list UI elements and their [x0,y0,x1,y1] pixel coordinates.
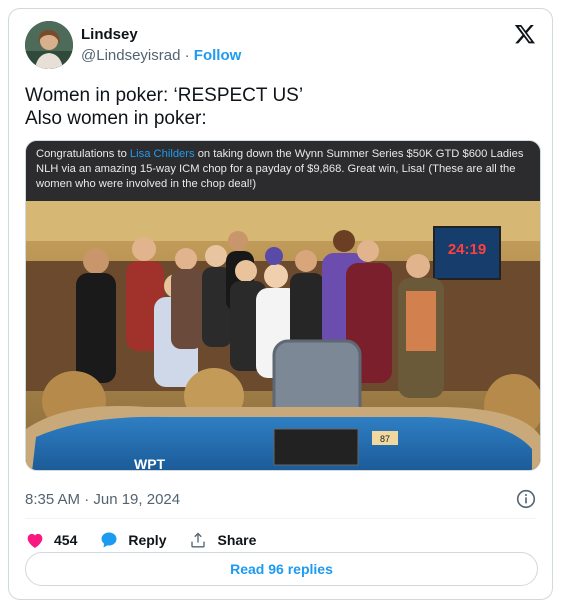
media-caption: Congratulations to Lisa Childers on taki… [26,141,540,201]
tweet-timestamp[interactable]: 8:35 AM · Jun 19, 2024 [25,491,180,508]
group-photo: 24:19 87 WPT [26,201,540,471]
divider [25,518,536,519]
like-button[interactable]: 454 [25,530,77,550]
follow-button[interactable]: Follow [194,47,242,64]
table-logo: WPT [134,456,166,471]
caption-link[interactable]: Lisa Childers [130,148,195,160]
like-count: 454 [54,532,78,548]
clock-text: 24:19 [448,241,486,258]
separator-dot: · [184,47,190,64]
avatar[interactable] [25,21,73,69]
share-label: Share [217,532,257,548]
x-logo-icon[interactable] [514,23,536,45]
info-icon[interactable] [516,489,536,509]
tweet-card: Lindsey @Lindseyisrad · Follow Women in … [8,8,553,600]
share-icon [191,532,206,548]
tweet-media[interactable]: Congratulations to Lisa Childers on taki… [25,140,541,471]
heart-icon [27,533,43,548]
reply-bubble-icon [101,532,117,548]
tweet-line-2: Also women in poker: [25,108,207,129]
read-replies-button[interactable]: Read 96 replies [25,552,538,586]
author-name[interactable]: Lindsey [81,26,138,43]
table-number: 87 [380,434,390,444]
tweet-text: Women in poker: ‘RESPECT US’ Also women … [25,84,535,130]
reply-button[interactable]: Reply [99,530,166,550]
share-button[interactable]: Share [188,530,256,550]
tweet-line-1: Women in poker: ‘RESPECT US’ [25,85,304,106]
reply-label: Reply [128,532,167,548]
author-handle[interactable]: @Lindseyisrad [81,47,180,64]
author-handle-row: @Lindseyisrad · Follow [81,47,241,64]
caption-text-start: Congratulations to [36,148,130,160]
